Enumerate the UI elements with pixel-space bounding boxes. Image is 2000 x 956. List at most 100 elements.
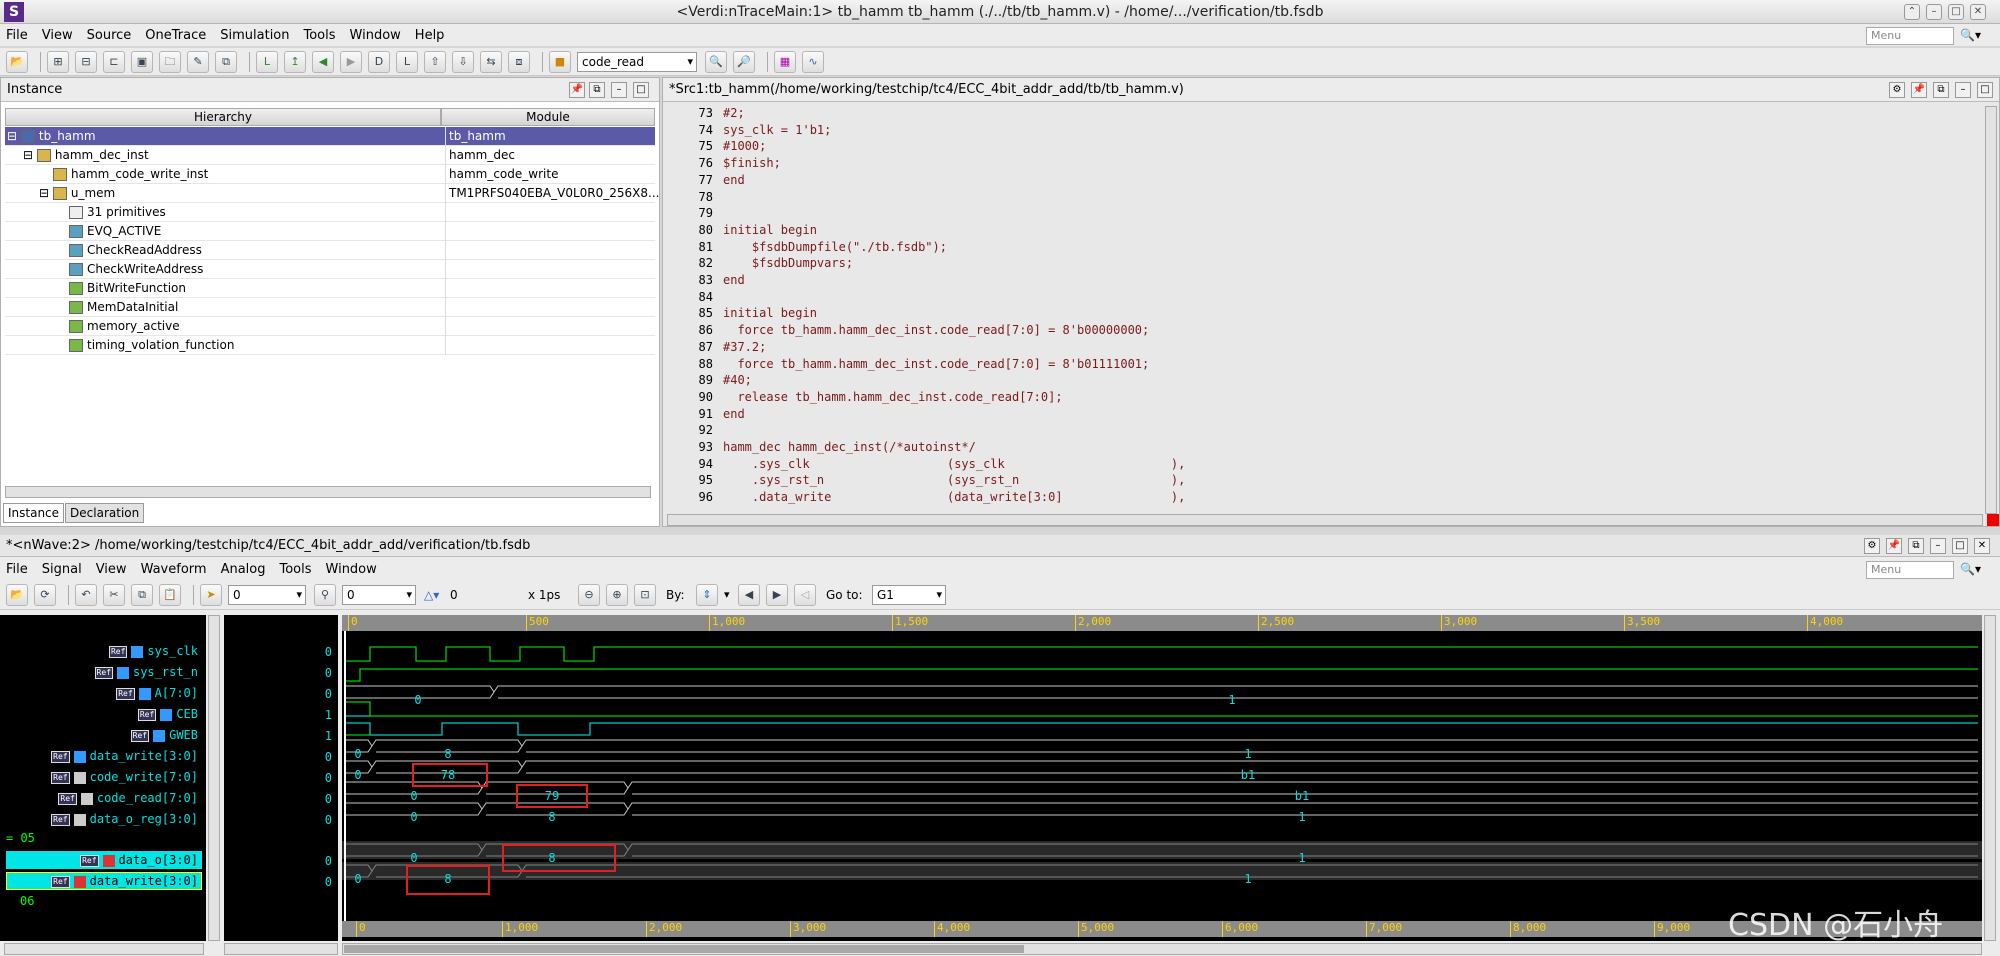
tree-icon[interactable]: ⊏ — [103, 50, 125, 73]
wave-menu-file[interactable]: File — [6, 562, 28, 577]
wave-menu-window[interactable]: Window — [326, 562, 377, 577]
window-minimize-icon[interactable]: – — [1926, 4, 1942, 20]
cursor-time-input[interactable]: 0 — [228, 584, 306, 605]
signal-name-sys-clk[interactable]: Ref sys_clk — [108, 642, 198, 660]
menu-tools[interactable]: Tools — [304, 28, 336, 43]
tree-row[interactable]: ⊟ hamm_dec_inst hamm_dec — [5, 146, 655, 165]
back-arrow-icon[interactable]: ◀ — [312, 50, 334, 73]
menu-onetrace[interactable]: OneTrace — [145, 28, 206, 43]
goto-combo[interactable]: G1 — [872, 584, 946, 605]
tree-row[interactable]: timing_volation_function — [5, 336, 655, 355]
signal-icon[interactable]: ■ — [549, 50, 571, 73]
zoom-in-icon[interactable]: ⊕ — [606, 583, 628, 606]
menu-view[interactable]: View — [42, 28, 73, 43]
signal-name-ceb[interactable]: Ref CEB — [137, 705, 198, 723]
wave-menu-search-icon[interactable]: 🔍▾ — [1960, 562, 1981, 576]
menu-help[interactable]: Help — [415, 28, 445, 43]
signal-hscrollbar[interactable] — [4, 943, 204, 955]
window-close-icon[interactable]: ✕ — [1970, 4, 1986, 20]
forward-arrow-icon[interactable]: ▶ — [340, 50, 362, 73]
tcl-icon[interactable]: ▦ — [774, 50, 796, 73]
paste-icon[interactable]: 📋 — [159, 583, 181, 606]
wave-menu-waveform[interactable]: Waveform — [141, 562, 207, 577]
cursor-line[interactable] — [344, 631, 346, 921]
reload-icon[interactable]: ⟳ — [34, 583, 56, 606]
zoom-out-icon[interactable]: ⊖ — [578, 583, 600, 606]
tree-row[interactable]: ⊟ u_mem TM1PRFS040EBA_V0L0R0_256X8... — [5, 184, 659, 203]
undock-icon[interactable]: ⧉ — [589, 82, 605, 98]
wave-menu-analog[interactable]: Analog — [221, 562, 266, 577]
tree-row[interactable]: CheckWriteAddress — [5, 260, 655, 279]
up-icon[interactable]: ⇧ — [424, 50, 446, 73]
wave-icon[interactable]: ∿ — [802, 50, 824, 73]
col-hierarchy[interactable]: Hierarchy — [5, 108, 441, 126]
signal-name-sys-rst-n[interactable]: Ref sys_rst_n — [94, 663, 198, 681]
undo-icon[interactable]: ↶ — [75, 583, 97, 606]
marker-time-input[interactable]: 0 — [342, 584, 416, 605]
window-new-icon[interactable]: ▣ — [131, 50, 153, 73]
search-by-icon[interactable]: ⇕ — [696, 583, 718, 606]
signal-name-code-write[interactable]: Ref code_write[7:0] — [51, 768, 198, 786]
wave-menu-search-input[interactable]: Menu — [1866, 561, 1954, 579]
menu-simulation[interactable]: Simulation — [220, 28, 289, 43]
signal-name-data-o[interactable]: Ref data_o[3:0] — [80, 851, 198, 869]
undock-icon[interactable]: ⧉ — [1933, 82, 1949, 98]
find-next-icon[interactable]: 🔎 — [733, 50, 755, 73]
signal-name-data-write[interactable]: Ref data_write[3:0] — [51, 747, 198, 765]
settings-icon[interactable]: ⚙ — [1864, 538, 1880, 554]
tree-row[interactable]: hamm_code_write_inst hamm_code_write — [5, 165, 655, 184]
driver-icon[interactable]: D — [368, 50, 390, 73]
find-icon[interactable]: 🔍 — [705, 50, 727, 73]
waveform-vscrollbar[interactable] — [1984, 615, 1996, 941]
maximize-icon[interactable]: □ — [1977, 82, 1993, 98]
pin-icon[interactable]: 📌 — [1911, 82, 1927, 98]
value-hscrollbar[interactable] — [224, 943, 338, 955]
pin-icon[interactable]: 📌 — [569, 82, 585, 98]
menu-search-icon[interactable]: 🔍▾ — [1960, 28, 1981, 42]
schematic-icon[interactable]: ⊟ — [75, 50, 97, 73]
hier-icon[interactable]: ⊞ — [47, 50, 69, 73]
wave-menu-tools[interactable]: Tools — [279, 562, 311, 577]
menu-source[interactable]: Source — [87, 28, 132, 43]
col-module[interactable]: Module — [441, 108, 655, 126]
tree-row[interactable]: EVQ_ACTIVE — [5, 222, 655, 241]
pin-icon[interactable]: 📌 — [1886, 538, 1902, 554]
instance-hscrollbar[interactable] — [5, 486, 651, 498]
tree-row[interactable]: BitWriteFunction — [5, 279, 655, 298]
group-label-06[interactable]: 06 — [20, 894, 34, 908]
waveform-pane[interactable]: 0 500 1,000 1,500 2,000 2,500 3,000 3,50… — [342, 615, 1982, 941]
down-icon[interactable]: ⇩ — [452, 50, 474, 73]
window-shade-icon[interactable]: ⌃ — [1904, 4, 1920, 20]
open-folder-icon[interactable]: 📂 — [6, 583, 28, 606]
tree-row[interactable]: memory_active — [5, 317, 655, 336]
source-hscrollbar[interactable] — [667, 514, 1983, 526]
time-ruler-top[interactable]: 0 500 1,000 1,500 2,000 2,500 3,000 3,50… — [342, 615, 1982, 631]
by-dropdown-icon[interactable]: ▾ — [724, 588, 738, 601]
folder-icon[interactable]: 🗀 — [159, 50, 181, 73]
copy-icon[interactable]: ⧉ — [131, 583, 153, 606]
search-back-icon[interactable]: ◁ — [794, 583, 816, 606]
maximize-icon[interactable]: □ — [1952, 538, 1968, 554]
wave-menu-view[interactable]: View — [96, 562, 127, 577]
tree-row[interactable]: MemDataInitial — [5, 298, 655, 317]
undock-icon[interactable]: ⧉ — [1908, 538, 1924, 554]
signal-combo[interactable]: code_read — [577, 51, 697, 72]
prev-edge-icon[interactable]: ◀ — [738, 583, 760, 606]
tree-row[interactable]: CheckReadAddress — [5, 241, 655, 260]
source-vscrollbar[interactable] — [1985, 106, 1997, 514]
signal-name-a[interactable]: Ref A[7:0] — [116, 684, 198, 702]
signal-name-pane[interactable]: Ref sys_clk Ref sys_rst_n Ref A[7:0] Ref CEB… — [0, 615, 206, 941]
signal-name-data-o-reg[interactable]: Ref data_o_reg[3:0] — [51, 810, 198, 828]
edit-icon[interactable]: ✎ — [187, 50, 209, 73]
close-icon[interactable]: ✕ — [1974, 538, 1990, 554]
tab-declaration[interactable]: Declaration — [65, 503, 145, 523]
menu-window[interactable]: Window — [350, 28, 401, 43]
menu-search-input[interactable]: Menu — [1866, 27, 1954, 45]
connect-icon[interactable]: ⇆ — [480, 50, 502, 73]
signal-name-gweb[interactable]: Ref GWEB — [130, 726, 198, 744]
tree-row[interactable]: 31 primitives — [5, 203, 655, 222]
wave-menu-signal[interactable]: Signal — [42, 562, 82, 577]
trace-load-icon[interactable]: L — [256, 50, 278, 73]
group-label-05[interactable]: = 05 — [6, 831, 35, 845]
marker-icon[interactable]: ⚲ — [314, 583, 336, 606]
